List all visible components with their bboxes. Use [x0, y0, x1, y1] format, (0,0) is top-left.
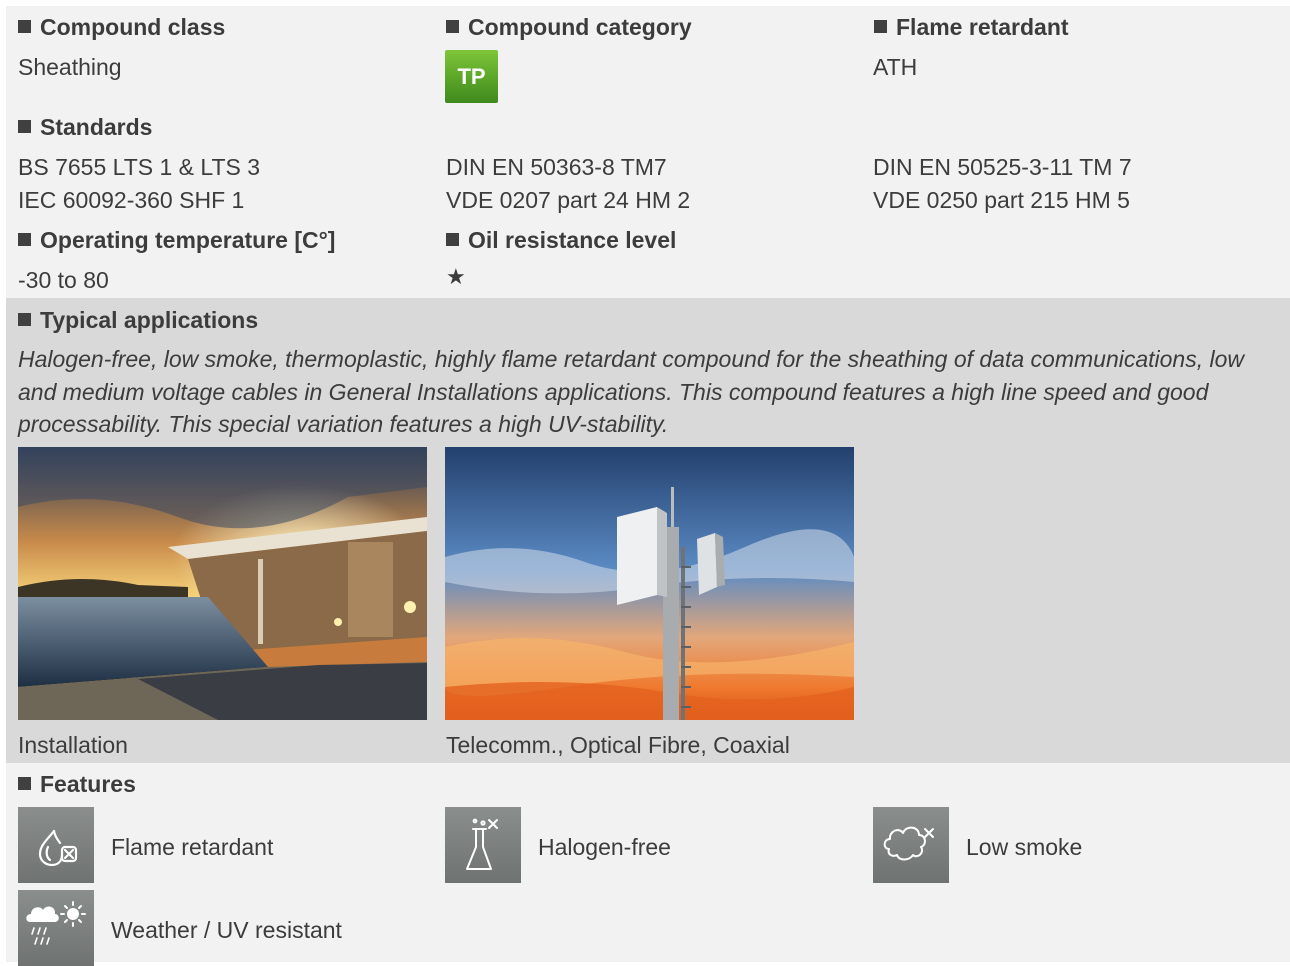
- standard-item: DIN EN 50363-8 TM7: [446, 154, 667, 180]
- standard-item: VDE 0207 part 24 HM 2: [446, 187, 691, 213]
- standard-item: BS 7655 LTS 1 & LTS 3: [18, 154, 261, 180]
- feature-label: Weather / UV resistant: [111, 917, 342, 943]
- operating-temperature-heading: Operating temperature [C°]: [18, 226, 335, 254]
- feature-label: Halogen-free: [538, 834, 671, 860]
- feature-label: Low smoke: [966, 834, 1083, 860]
- features-heading: Features: [18, 770, 136, 798]
- properties-band: [6, 6, 1290, 298]
- halogen-free-icon: [445, 807, 521, 883]
- flame-retardant-value: ATH: [873, 54, 918, 80]
- villa-pool-sunset-photo: [18, 447, 427, 720]
- bullet-square-icon: [446, 233, 459, 246]
- bullet-square-icon: [18, 233, 31, 246]
- compound-category-heading: Compound category: [446, 13, 692, 41]
- typical-applications-heading: Typical applications: [18, 306, 258, 334]
- standard-item: IEC 60092-360 SHF 1: [18, 187, 245, 213]
- flame-retardant-icon: [18, 807, 94, 883]
- standard-item: VDE 0250 part 215 HM 5: [873, 187, 1130, 213]
- operating-temperature-value: -30 to 80: [18, 267, 109, 293]
- bullet-square-icon: [18, 777, 31, 790]
- weather-uv-icon: [18, 890, 94, 966]
- compound-class-value: Sheathing: [18, 54, 122, 80]
- oil-resistance-heading: Oil resistance level: [446, 226, 676, 254]
- bullet-square-icon: [18, 120, 31, 133]
- bullet-square-icon: [874, 20, 887, 33]
- standard-item: DIN EN 50525-3-11 TM 7: [873, 154, 1132, 180]
- oil-resistance-stars: ★: [446, 264, 466, 289]
- datasheet: Compound class Compound category Flame r…: [6, 6, 1290, 966]
- photo-caption-installation: Installation: [18, 732, 128, 758]
- photo-caption-telecomm: Telecomm., Optical Fibre, Coaxial: [446, 732, 790, 758]
- cell-tower-sunset-photo: [445, 447, 854, 720]
- feature-label: Flame retardant: [111, 834, 274, 860]
- flame-retardant-heading: Flame retardant: [874, 13, 1069, 41]
- bullet-square-icon: [18, 313, 31, 326]
- bullet-square-icon: [446, 20, 459, 33]
- low-smoke-icon: [873, 807, 949, 883]
- compound-class-heading: Compound class: [18, 13, 225, 41]
- bullet-square-icon: [18, 20, 31, 33]
- standards-heading: Standards: [18, 113, 152, 141]
- compound-category-badge: TP: [445, 50, 498, 103]
- typical-applications-text: Halogen-free, low smoke, thermoplastic, …: [18, 346, 1245, 437]
